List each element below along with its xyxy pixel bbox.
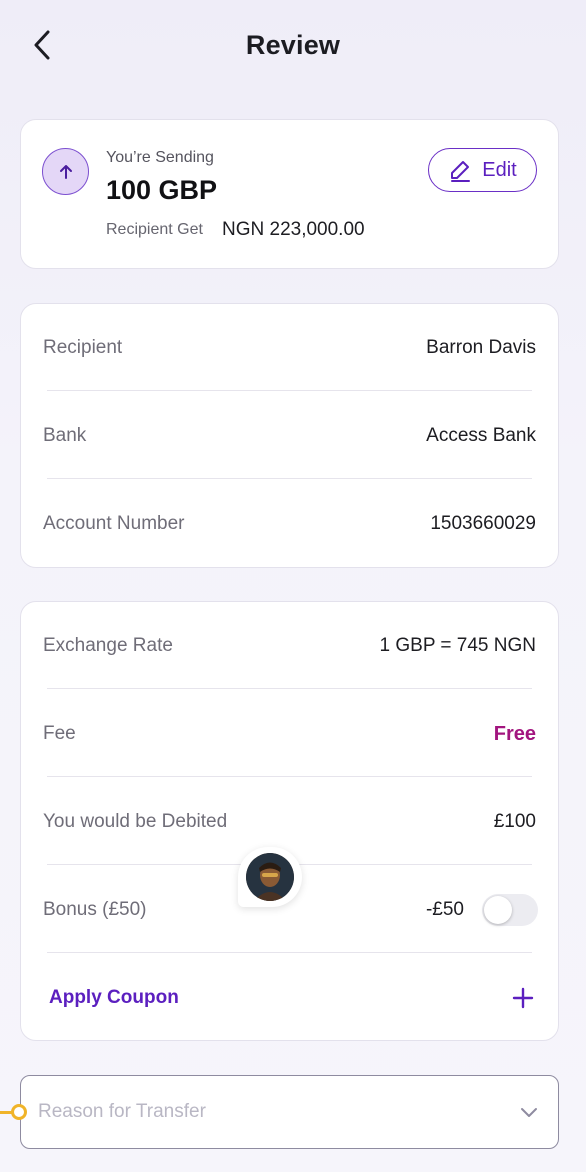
divider: [47, 478, 532, 479]
floating-chat-head[interactable]: [238, 847, 302, 907]
toggle-knob: [484, 896, 512, 924]
divider: [47, 688, 532, 689]
detail-row-account-number: Account Number 1503660029: [43, 480, 536, 568]
bonus-label: Bonus (£50): [43, 899, 147, 920]
detail-row-bank: Bank Access Bank: [43, 392, 536, 480]
recipient-label: Recipient: [43, 337, 123, 358]
divider: [47, 390, 532, 391]
account-number-value: 1503660029: [430, 513, 536, 534]
bank-value: Access Bank: [426, 425, 536, 446]
recipient-value: Barron Davis: [426, 337, 536, 358]
sending-label: You’re Sending: [106, 149, 214, 166]
divider: [47, 952, 532, 953]
exchange-rate-value: 1 GBP = 745 NGN: [379, 635, 536, 656]
header: Review: [0, 0, 586, 92]
apply-coupon-label: Apply Coupon: [49, 987, 179, 1008]
fee-row: Fee Free: [43, 690, 536, 778]
edit-label: Edit: [482, 158, 517, 181]
pencil-icon: [451, 161, 471, 182]
sending-summary-card: You’re Sending 100 GBP Recipient Get NGN…: [20, 119, 559, 269]
reason-placeholder: Reason for Transfer: [38, 1101, 206, 1122]
page-title: Review: [245, 30, 341, 60]
avatar: [246, 853, 294, 901]
bank-label: Bank: [43, 425, 87, 446]
apply-coupon-button[interactable]: Apply Coupon: [49, 954, 534, 1042]
debited-value: £100: [493, 811, 536, 832]
fee-value: Free: [493, 722, 536, 745]
chevron-down-icon: [521, 1108, 537, 1117]
sending-amount: 100 GBP: [106, 175, 218, 205]
recipient-details-card: Recipient Barron Davis Bank Access Bank …: [20, 303, 559, 568]
bonus-controls: -£50: [425, 894, 538, 926]
connector-dot: [11, 1104, 27, 1120]
plus-icon: [512, 987, 534, 1009]
exchange-rate-row: Exchange Rate 1 GBP = 745 NGN: [43, 602, 536, 690]
edit-button[interactable]: Edit: [428, 148, 537, 192]
detail-row-recipient: Recipient Barron Davis: [43, 304, 536, 392]
fee-label: Fee: [43, 723, 76, 744]
bonus-value: -£50: [425, 899, 464, 920]
bonus-toggle[interactable]: [482, 894, 538, 926]
exchange-rate-label: Exchange Rate: [43, 635, 173, 656]
debited-label: You would be Debited: [43, 811, 228, 832]
payment-summary-card: Exchange Rate 1 GBP = 745 NGN Fee Free Y…: [20, 601, 559, 1041]
recipient-get-value: NGN 223,000.00: [222, 219, 365, 240]
review-screen: Review You’re Sending 100 GBP Recipient …: [0, 0, 586, 1172]
account-number-label: Account Number: [43, 513, 185, 534]
divider: [47, 776, 532, 777]
reason-for-transfer-select[interactable]: Reason for Transfer: [20, 1075, 559, 1149]
recipient-get-label: Recipient Get: [106, 221, 203, 238]
send-arrow-icon: [42, 148, 89, 195]
